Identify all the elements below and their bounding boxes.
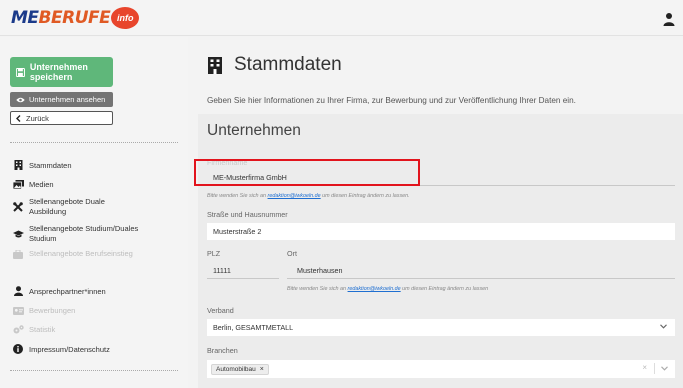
zip-field: 11111 xyxy=(207,262,279,279)
sidebar-item-statistik: Statistik xyxy=(12,325,55,334)
save-company-button[interactable]: Unternehmen speichern xyxy=(10,57,113,87)
sidebar-item-medien[interactable]: Medien xyxy=(12,180,54,189)
sidebar-item-duale-ausbildung[interactable]: Stellenangebote Duale Ausbildung xyxy=(12,197,134,217)
info-circle-icon xyxy=(12,344,24,354)
hint-email-link[interactable]: redaktion@iwkoeln.de xyxy=(268,193,321,199)
chevron-down-icon[interactable] xyxy=(661,366,668,371)
select-separator xyxy=(654,363,655,374)
cogs-icon xyxy=(12,325,24,334)
user-icon[interactable] xyxy=(663,12,675,26)
sidebar: Unternehmen speichern Unternehmen ansehe… xyxy=(0,37,188,388)
sidebar-divider xyxy=(10,142,178,143)
eye-icon xyxy=(16,97,25,102)
sidebar-item-label: Bewerbungen xyxy=(29,306,76,315)
branche-chip-label: Automobilbau xyxy=(216,365,256,373)
sidebar-item-stammdaten[interactable]: Stammdaten xyxy=(12,160,72,170)
sidebar-item-bewerbungen: Bewerbungen xyxy=(12,306,75,315)
city-hint: Bitte wenden Sie sich an redaktion@iwkoe… xyxy=(287,286,488,292)
top-bar: ME BERUFE info xyxy=(0,0,683,36)
sidebar-item-label: Stammdaten xyxy=(29,160,72,170)
clear-selection-icon[interactable]: × xyxy=(642,363,647,372)
building-icon xyxy=(12,160,24,170)
sidebar-item-impressum[interactable]: Impressum/Datenschutz xyxy=(12,344,110,354)
main-content: Stammdaten Geben Sie hier Informationen … xyxy=(188,37,683,388)
hint-text: Bitte wenden Sie sich an xyxy=(287,286,347,292)
zip-label: PLZ xyxy=(207,249,221,258)
logo-info-badge: info xyxy=(111,7,140,29)
hint-text: um diesen Eintrag ändern zu lassen xyxy=(402,286,489,292)
save-company-label: Unternehmen speichern xyxy=(29,62,88,82)
building-icon xyxy=(208,56,222,74)
id-card-icon xyxy=(12,306,24,315)
tools-icon xyxy=(12,202,24,212)
page-title: Stammdaten xyxy=(208,54,342,76)
sidebar-item-label: Stellenangebote Duale Ausbildung xyxy=(29,197,105,216)
city-field: Musterhausen xyxy=(287,262,675,279)
hint-text: Bitte wenden Sie sich an xyxy=(207,193,267,199)
graduation-cap-icon xyxy=(12,230,24,238)
street-input[interactable]: Musterstraße 2 xyxy=(207,223,675,240)
page-intro-text: Geben Sie hier Informationen zu Ihrer Fi… xyxy=(207,96,576,105)
chip-remove-icon[interactable]: × xyxy=(260,366,264,373)
view-company-label: Unternehmen ansehen xyxy=(29,95,106,104)
sidebar-item-label: Stellenangebote Berufseinstieg xyxy=(29,249,133,258)
sidebar-item-label: Medien xyxy=(29,180,54,189)
briefcase-icon xyxy=(12,249,24,259)
chevron-down-icon xyxy=(660,324,667,329)
sidebar-item-label: Stellenangebote Studium/Duales Studium xyxy=(29,224,139,243)
sidebar-divider xyxy=(10,370,178,371)
back-label: Zurück xyxy=(26,113,49,123)
company-form-card: Unternehmen Firmenname ME-Musterfirma Gm… xyxy=(194,114,683,388)
back-button[interactable]: Zurück xyxy=(10,111,113,125)
page-title-text: Stammdaten xyxy=(234,54,342,75)
street-label: Straße und Hausnummer xyxy=(207,210,288,219)
city-label: Ort xyxy=(287,249,297,258)
images-icon xyxy=(12,180,24,189)
me-berufe-logo[interactable]: ME BERUFE info xyxy=(11,6,140,30)
branchen-multiselect[interactable]: Automobilbau × × xyxy=(207,360,675,378)
verband-select[interactable]: Berlin, GESAMTMETALL xyxy=(207,319,675,336)
section-title: Unternehmen xyxy=(207,122,301,139)
sidebar-item-label: Ansprechpartner*innen xyxy=(29,286,106,296)
chevron-left-icon xyxy=(16,114,21,122)
logo-me-text: ME xyxy=(11,8,39,28)
sidebar-item-label: Statistik xyxy=(29,325,56,334)
sidebar-item-ansprechpartner[interactable]: Ansprechpartner*innen xyxy=(12,286,106,296)
hint-text: um diesen Eintrag ändern zu lassen. xyxy=(322,193,410,199)
logo-berufe-text: BERUFE xyxy=(38,8,111,28)
sidebar-item-berufseinstieg: Stellenangebote Berufseinstieg xyxy=(12,249,134,259)
sidebar-item-studium[interactable]: Stellenangebote Studium/Duales Studium xyxy=(12,224,139,244)
verband-label: Verband xyxy=(207,306,234,315)
verband-selected-value: Berlin, GESAMTMETALL xyxy=(213,323,294,332)
person-icon xyxy=(12,286,24,296)
sidebar-item-label: Impressum/Datenschutz xyxy=(29,344,110,354)
hint-email-link[interactable]: redaktion@iwkoeln.de xyxy=(348,286,401,292)
branchen-label: Branchen xyxy=(207,346,238,355)
company-name-hint: Bitte wenden Sie sich an redaktion@iwkoe… xyxy=(207,193,410,199)
highlight-box xyxy=(194,159,420,186)
view-company-button[interactable]: Unternehmen ansehen xyxy=(10,92,113,107)
floppy-disk-icon xyxy=(16,67,25,77)
branche-chip: Automobilbau × xyxy=(211,363,269,375)
